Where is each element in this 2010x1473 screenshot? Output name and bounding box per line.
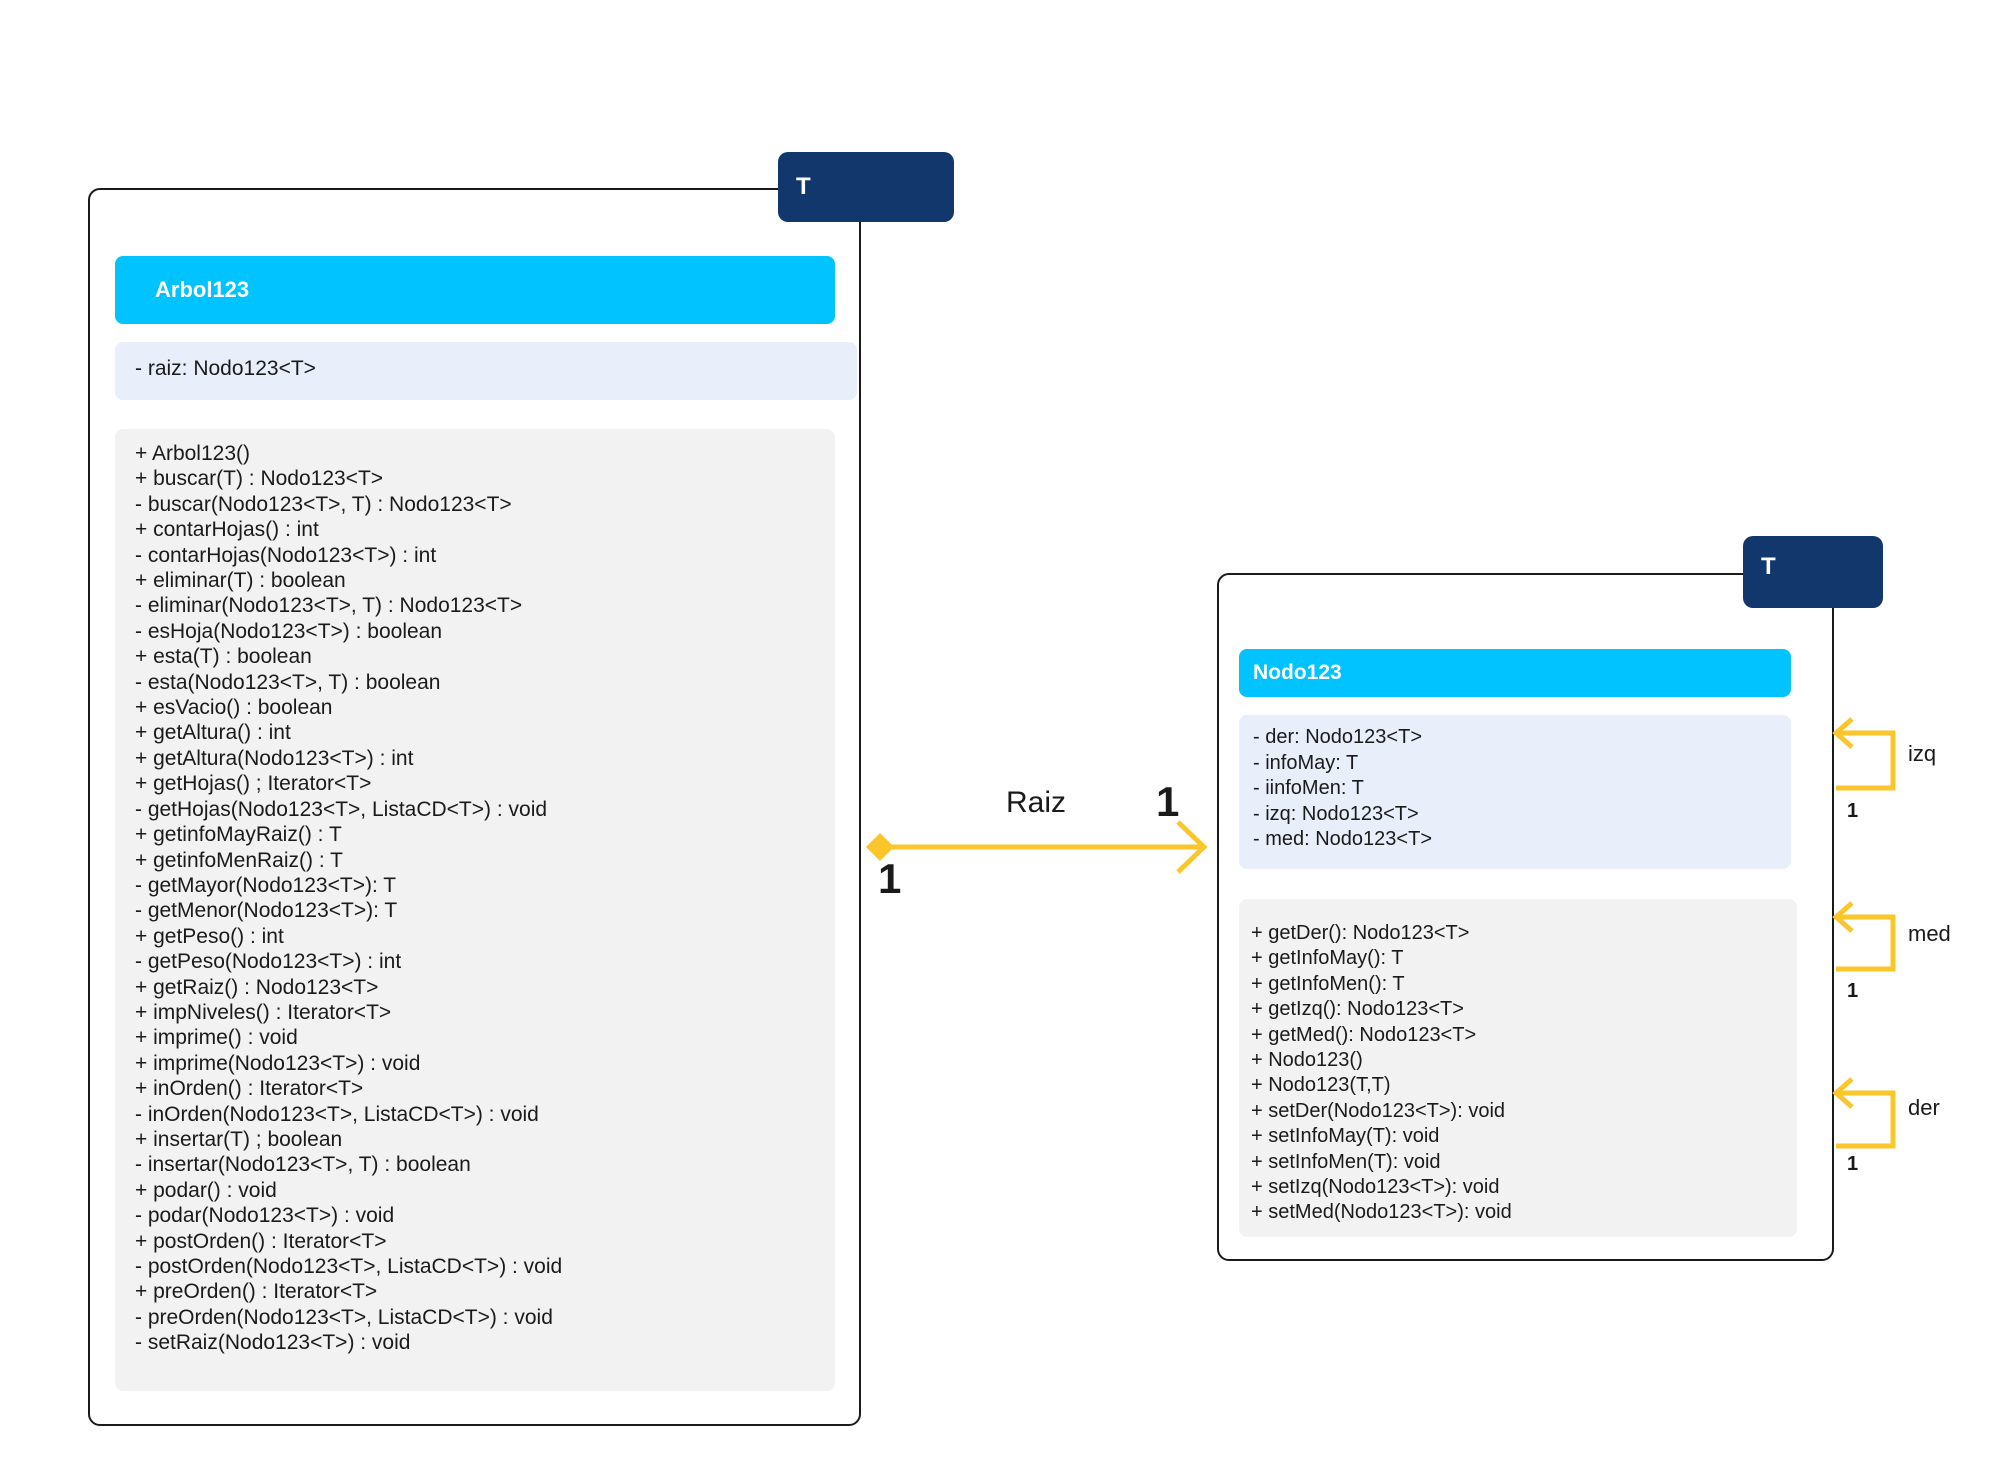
self-association-multiplicity-der: 1 [1847, 1153, 1859, 1175]
raiz-association[interactable] [866, 820, 1208, 874]
self-association-label-med: med [1908, 921, 1951, 946]
association-target-multiplicity: 1 [1156, 778, 1180, 825]
self-association-izq[interactable] [1832, 717, 1896, 791]
self-association-label-der: der [1908, 1095, 1940, 1120]
association-source-multiplicity: 1 [878, 855, 902, 902]
self-association-label-izq: izq [1908, 741, 1937, 766]
association-label: Raiz [1006, 786, 1067, 819]
self-association-multiplicity-med: 1 [1847, 980, 1859, 1002]
self-association-med[interactable] [1832, 901, 1896, 972]
self-association-multiplicity-izq: 1 [1847, 800, 1859, 822]
connectors-layer [866, 717, 1896, 1149]
self-association-der[interactable] [1832, 1077, 1896, 1149]
